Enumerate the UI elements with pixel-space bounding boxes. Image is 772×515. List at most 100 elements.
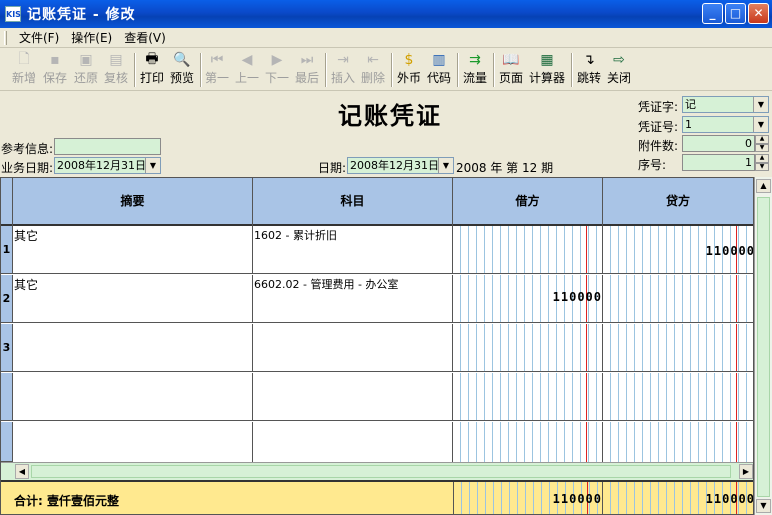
flow-button[interactable]: ⇉ 流量 (463, 51, 487, 86)
header-summary[interactable]: 摘要 (13, 178, 253, 226)
row-index[interactable]: 3 (1, 324, 13, 372)
decimal-divider (586, 324, 587, 371)
seq-spinner[interactable]: ▲ ▼ (755, 154, 769, 171)
chevron-down-icon[interactable]: ▼ (145, 158, 160, 173)
credit-cell[interactable] (603, 275, 753, 322)
header-account[interactable]: 科目 (253, 178, 453, 226)
spin-up-icon[interactable]: ▲ (755, 154, 769, 163)
printer-icon: 🖶 (145, 51, 159, 67)
prev-button[interactable]: ◀ 上一 (235, 51, 259, 86)
date-picker[interactable]: 2008年12月31日 ▼ (347, 157, 454, 174)
account-cell[interactable]: 1602 - 累计折旧 (253, 226, 453, 273)
row-index[interactable]: 2 (1, 275, 13, 323)
summary-cell[interactable]: 其它 (13, 226, 253, 273)
menu-bar: 文件(F) 操作(E) 查看(V) (0, 28, 772, 48)
summary-cell[interactable] (13, 422, 253, 462)
debit-cell[interactable] (453, 422, 603, 462)
debit-cell[interactable] (453, 324, 603, 371)
close-window-button[interactable]: ✕ (748, 3, 769, 24)
total-row: 合计: 壹仟壹佰元整 110000 110000 (1, 480, 753, 514)
row-index[interactable] (1, 422, 13, 462)
preview-button[interactable]: 🔍 预览 (170, 51, 194, 86)
next-record-icon: ▶ (271, 52, 283, 68)
page-button[interactable]: 📖 页面 (499, 51, 523, 86)
maximize-button[interactable]: □ (725, 3, 746, 24)
table-row[interactable]: 其它 1602 - 累计折旧 110000 (13, 226, 754, 274)
currency-button[interactable]: $ 外币 (397, 51, 421, 86)
summary-cell[interactable] (13, 373, 253, 420)
voucher-word-label: 凭证字: (638, 100, 679, 114)
debit-cell[interactable]: 110000 (453, 275, 603, 322)
menu-view[interactable]: 查看(V) (118, 29, 172, 46)
row-index[interactable]: 1 (1, 226, 13, 274)
scroll-up-icon[interactable]: ▲ (756, 179, 771, 193)
jump-button[interactable]: ↴ 跳转 (577, 51, 601, 86)
credit-amount: 110000 (705, 244, 754, 258)
vertical-scroll-thumb[interactable] (757, 197, 770, 497)
horizontal-scroll-thumb[interactable] (31, 465, 731, 478)
voucher-grid: 摘要 科目 借方 贷方 1 其它 1602 - 累计折旧 110000 2 其它… (0, 177, 754, 515)
debit-cell[interactable] (453, 226, 603, 273)
biz-date-picker[interactable]: 2008年12月31日 ▼ (54, 157, 161, 174)
account-cell[interactable] (253, 422, 453, 462)
table-row[interactable]: 其它 6602.02 - 管理费用 - 办公室 110000 (13, 275, 753, 323)
first-button[interactable]: ⏮ 第一 (205, 51, 229, 86)
vertical-scrollbar[interactable]: ▲ ▼ (754, 177, 772, 515)
menu-operation[interactable]: 操作(E) (65, 29, 118, 46)
header-debit[interactable]: 借方 (453, 178, 603, 226)
spin-up-icon[interactable]: ▲ (755, 135, 769, 144)
insert-button[interactable]: ⇥ 插入 (331, 51, 355, 86)
spin-down-icon[interactable]: ▼ (755, 162, 769, 171)
save-icon: ▪ (50, 52, 60, 68)
seq-input[interactable]: 1 ▲ ▼ (682, 154, 769, 171)
account-cell[interactable] (253, 373, 453, 420)
scroll-left-icon[interactable]: ◀ (15, 464, 29, 479)
credit-cell[interactable] (603, 373, 753, 420)
account-cell[interactable] (253, 324, 453, 371)
minimize-button[interactable]: _ (702, 3, 723, 24)
menu-file[interactable]: 文件(F) (13, 29, 65, 46)
chevron-down-icon[interactable]: ▼ (753, 117, 768, 132)
ref-label: 参考信息: (1, 142, 54, 156)
spin-down-icon[interactable]: ▼ (755, 143, 769, 152)
next-button[interactable]: ▶ 下一 (265, 51, 289, 86)
chevron-down-icon[interactable]: ▼ (438, 158, 453, 173)
new-document-icon: 🗋 (18, 51, 30, 67)
chevron-down-icon[interactable]: ▼ (753, 97, 768, 112)
credit-cell[interactable]: 110000 (603, 226, 754, 273)
date-label: 日期: (318, 161, 347, 175)
attach-spinner[interactable]: ▲ ▼ (755, 135, 769, 152)
credit-cell[interactable] (603, 324, 753, 371)
review-button[interactable]: ▤ 复核 (104, 51, 128, 86)
table-row[interactable] (13, 324, 753, 372)
voucher-word-select[interactable]: 记 ▼ (682, 96, 769, 113)
save-button[interactable]: ▪ 保存 (43, 51, 67, 86)
table-row[interactable] (13, 422, 753, 462)
code-button[interactable]: ▥ 代码 (427, 51, 451, 86)
scroll-down-icon[interactable]: ▼ (756, 499, 771, 513)
restore-button[interactable]: ▣ 还原 (74, 51, 98, 86)
calculator-button[interactable]: ▦ 计算器 (529, 51, 565, 86)
grid-header: 摘要 科目 借方 贷方 (1, 178, 753, 226)
delete-button[interactable]: ⇤ 删除 (361, 51, 385, 86)
summary-cell[interactable]: 其它 (13, 275, 253, 322)
horizontal-scrollbar[interactable]: ◀ ▶ (1, 462, 753, 480)
attach-value: 0 (745, 137, 752, 150)
attach-input[interactable]: 0 ▲ ▼ (682, 135, 769, 152)
last-button[interactable]: ⏭ 最后 (295, 51, 319, 86)
summary-cell[interactable] (13, 324, 253, 371)
app-icon: KIS (5, 6, 21, 22)
debit-cell[interactable] (453, 373, 603, 420)
scroll-right-icon[interactable]: ▶ (739, 464, 753, 479)
account-cell[interactable]: 6602.02 - 管理费用 - 办公室 (253, 275, 453, 322)
new-button[interactable]: 🗋 新增 (12, 51, 36, 86)
row-index[interactable] (1, 373, 13, 421)
close-button[interactable]: ⇨ 关闭 (607, 51, 631, 86)
table-row[interactable] (13, 373, 753, 421)
ref-input[interactable] (54, 138, 161, 155)
credit-cell[interactable] (603, 422, 753, 462)
header-credit[interactable]: 贷方 (603, 178, 753, 226)
decimal-divider (736, 324, 737, 371)
voucher-no-select[interactable]: 1 ▼ (682, 116, 769, 133)
print-button[interactable]: 🖶 打印 (140, 51, 164, 86)
